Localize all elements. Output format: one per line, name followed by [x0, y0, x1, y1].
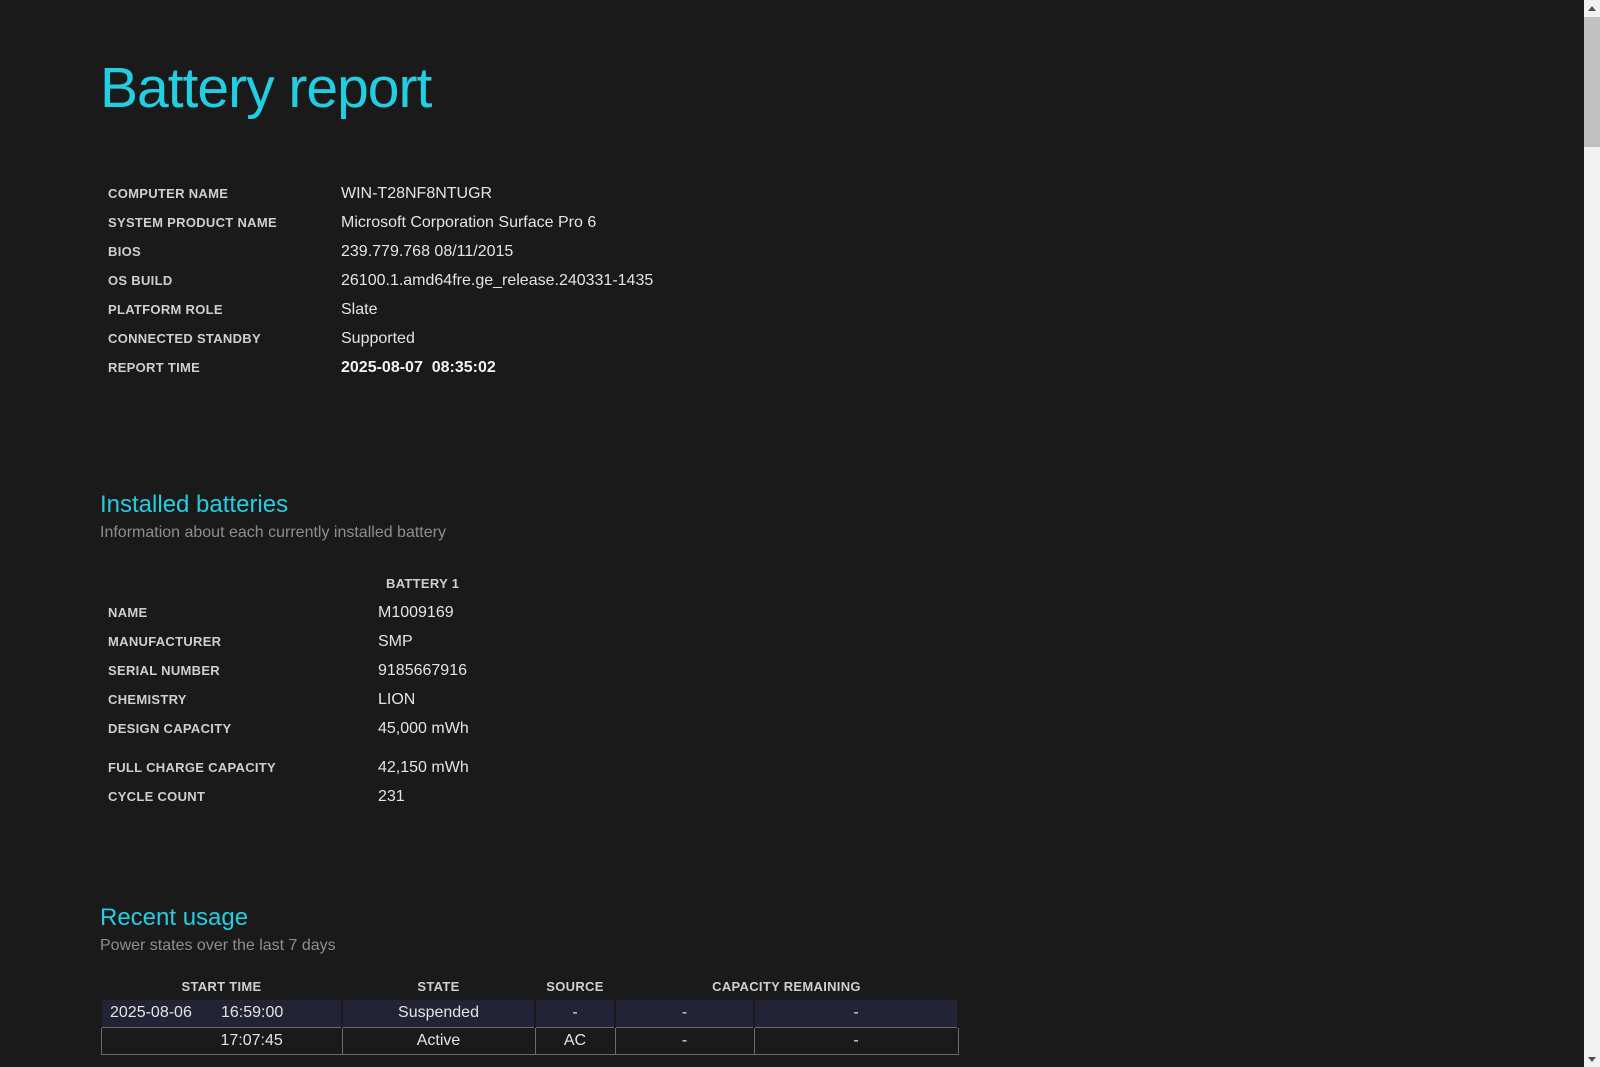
- recent-usage-subtitle: Power states over the last 7 days: [100, 937, 336, 954]
- battery-row: SERIAL NUMBER 9185667916: [100, 656, 1560, 685]
- battery-row: DESIGN CAPACITY 45,000 mWh: [100, 714, 1560, 743]
- battery-row: MANUFACTURER SMP: [100, 627, 1560, 656]
- battery-label: CHEMISTRY: [108, 692, 187, 707]
- scroll-down-button[interactable]: [1584, 1051, 1600, 1067]
- system-info-label: COMPUTER NAME: [108, 186, 229, 201]
- system-info-value: 26100.1.amd64fre.ge_release.240331-1435: [341, 272, 654, 289]
- battery-value: 9185667916: [378, 662, 467, 679]
- system-info-row: PLATFORM ROLE Slate: [100, 295, 1560, 324]
- system-info-row: REPORT TIME 2025-08-07 08:35:02: [100, 353, 1560, 382]
- column-header-start-time: START TIME: [181, 979, 262, 994]
- battery-value: 231: [378, 788, 405, 805]
- usage-cell-capacity-percent: -: [614, 1026, 755, 1055]
- scrollbar-thumb[interactable]: [1584, 17, 1600, 147]
- installed-batteries-subtitle: Information about each currently install…: [100, 524, 446, 541]
- system-info-label: CONNECTED STANDBY: [108, 331, 261, 346]
- system-info-label: OS BUILD: [108, 273, 173, 288]
- scroll-up-button[interactable]: [1584, 0, 1600, 16]
- installed-batteries-heading: Installed batteries: [100, 491, 289, 518]
- system-info-value: WIN-T28NF8NTUGR: [341, 185, 493, 202]
- vertical-scrollbar[interactable]: [1584, 0, 1600, 1067]
- battery-value: SMP: [378, 633, 413, 650]
- system-info-value: Supported: [341, 330, 415, 347]
- battery-value: M1009169: [378, 604, 454, 621]
- usage-row-active: 17:07:45 Active AC - -: [100, 1026, 959, 1055]
- system-info-row: BIOS 239.779.768 08/11/2015: [100, 237, 1560, 266]
- usage-cell-capacity-mwh: -: [753, 1000, 959, 1027]
- scroll-down-arrow-icon: [1588, 1056, 1596, 1062]
- usage-header-row: START TIME STATE SOURCE CAPACITY REMAINI…: [101, 976, 958, 1000]
- system-info-label: SYSTEM PRODUCT NAME: [108, 215, 277, 230]
- battery-row: FULL CHARGE CAPACITY 42,150 mWh: [100, 753, 1560, 782]
- report-page: Battery report COMPUTER NAME WIN-T28NF8N…: [0, 0, 1560, 1055]
- column-header-state: STATE: [417, 979, 460, 994]
- recent-usage-heading: Recent usage: [100, 904, 249, 931]
- page-title: Battery report: [100, 56, 432, 120]
- system-info-row: SYSTEM PRODUCT NAME Microsoft Corporatio…: [100, 208, 1560, 237]
- system-info-row: CONNECTED STANDBY Supported: [100, 324, 1560, 353]
- battery-column-header: BATTERY 1: [386, 576, 460, 591]
- usage-cell-source: -: [534, 1000, 616, 1027]
- usage-cell-start-time: 17:07:45: [100, 1026, 343, 1055]
- system-info-row: OS BUILD 26100.1.amd64fre.ge_release.240…: [100, 266, 1560, 295]
- battery-label: MANUFACTURER: [108, 634, 222, 649]
- usage-cell-capacity-mwh: -: [753, 1026, 959, 1055]
- battery-value: 42,150 mWh: [378, 759, 469, 776]
- usage-date: 2025-08-06: [110, 1004, 192, 1022]
- battery-value: LION: [378, 691, 416, 708]
- report-time-value: 2025-08-07 08:35:02: [341, 359, 496, 376]
- battery-label: FULL CHARGE CAPACITY: [108, 760, 277, 775]
- battery-details-table: BATTERY 1 NAME M1009169 MANUFACTURER SMP…: [100, 569, 1560, 811]
- battery-label: NAME: [108, 605, 148, 620]
- recent-usage-section: Recent usage Power states over the last …: [100, 903, 1560, 1055]
- system-info-label: REPORT TIME: [108, 360, 201, 375]
- column-header-capacity-remaining: CAPACITY REMAINING: [712, 979, 861, 994]
- battery-label: DESIGN CAPACITY: [108, 721, 232, 736]
- system-info-value: Slate: [341, 301, 378, 318]
- column-header-source: SOURCE: [546, 979, 604, 994]
- installed-batteries-section: Installed batteries Information about ea…: [100, 490, 1560, 811]
- battery-label: CYCLE COUNT: [108, 789, 206, 804]
- battery-row: CYCLE COUNT 231: [100, 782, 1560, 811]
- usage-cell-source: AC: [534, 1026, 616, 1055]
- usage-cell-state: Suspended: [341, 1000, 536, 1027]
- system-info-value: Microsoft Corporation Surface Pro 6: [341, 214, 597, 231]
- system-info-label: PLATFORM ROLE: [108, 302, 223, 317]
- battery-row: CHEMISTRY LION: [100, 685, 1560, 714]
- usage-time: 16:59:00: [221, 1004, 284, 1022]
- system-info-label: BIOS: [108, 244, 141, 259]
- usage-cell-state: Active: [341, 1026, 536, 1055]
- scroll-up-arrow-icon: [1588, 5, 1596, 11]
- system-info-row: COMPUTER NAME WIN-T28NF8NTUGR: [100, 179, 1560, 208]
- system-info-section: COMPUTER NAME WIN-T28NF8NTUGR SYSTEM PRO…: [100, 179, 1560, 382]
- battery-value: 45,000 mWh: [378, 720, 469, 737]
- system-info-value: 239.779.768 08/11/2015: [341, 243, 514, 260]
- usage-cell-capacity-percent: -: [614, 1000, 755, 1027]
- usage-row-suspended: 2025-08-06 16:59:00 Suspended - - -: [100, 1000, 959, 1027]
- recent-usage-table: START TIME STATE SOURCE CAPACITY REMAINI…: [100, 976, 959, 1055]
- battery-row: NAME M1009169: [100, 598, 1560, 627]
- usage-cell-start-time: 2025-08-06 16:59:00: [100, 1000, 343, 1027]
- usage-time: 17:07:45: [220, 1031, 283, 1049]
- battery-label: SERIAL NUMBER: [108, 663, 221, 678]
